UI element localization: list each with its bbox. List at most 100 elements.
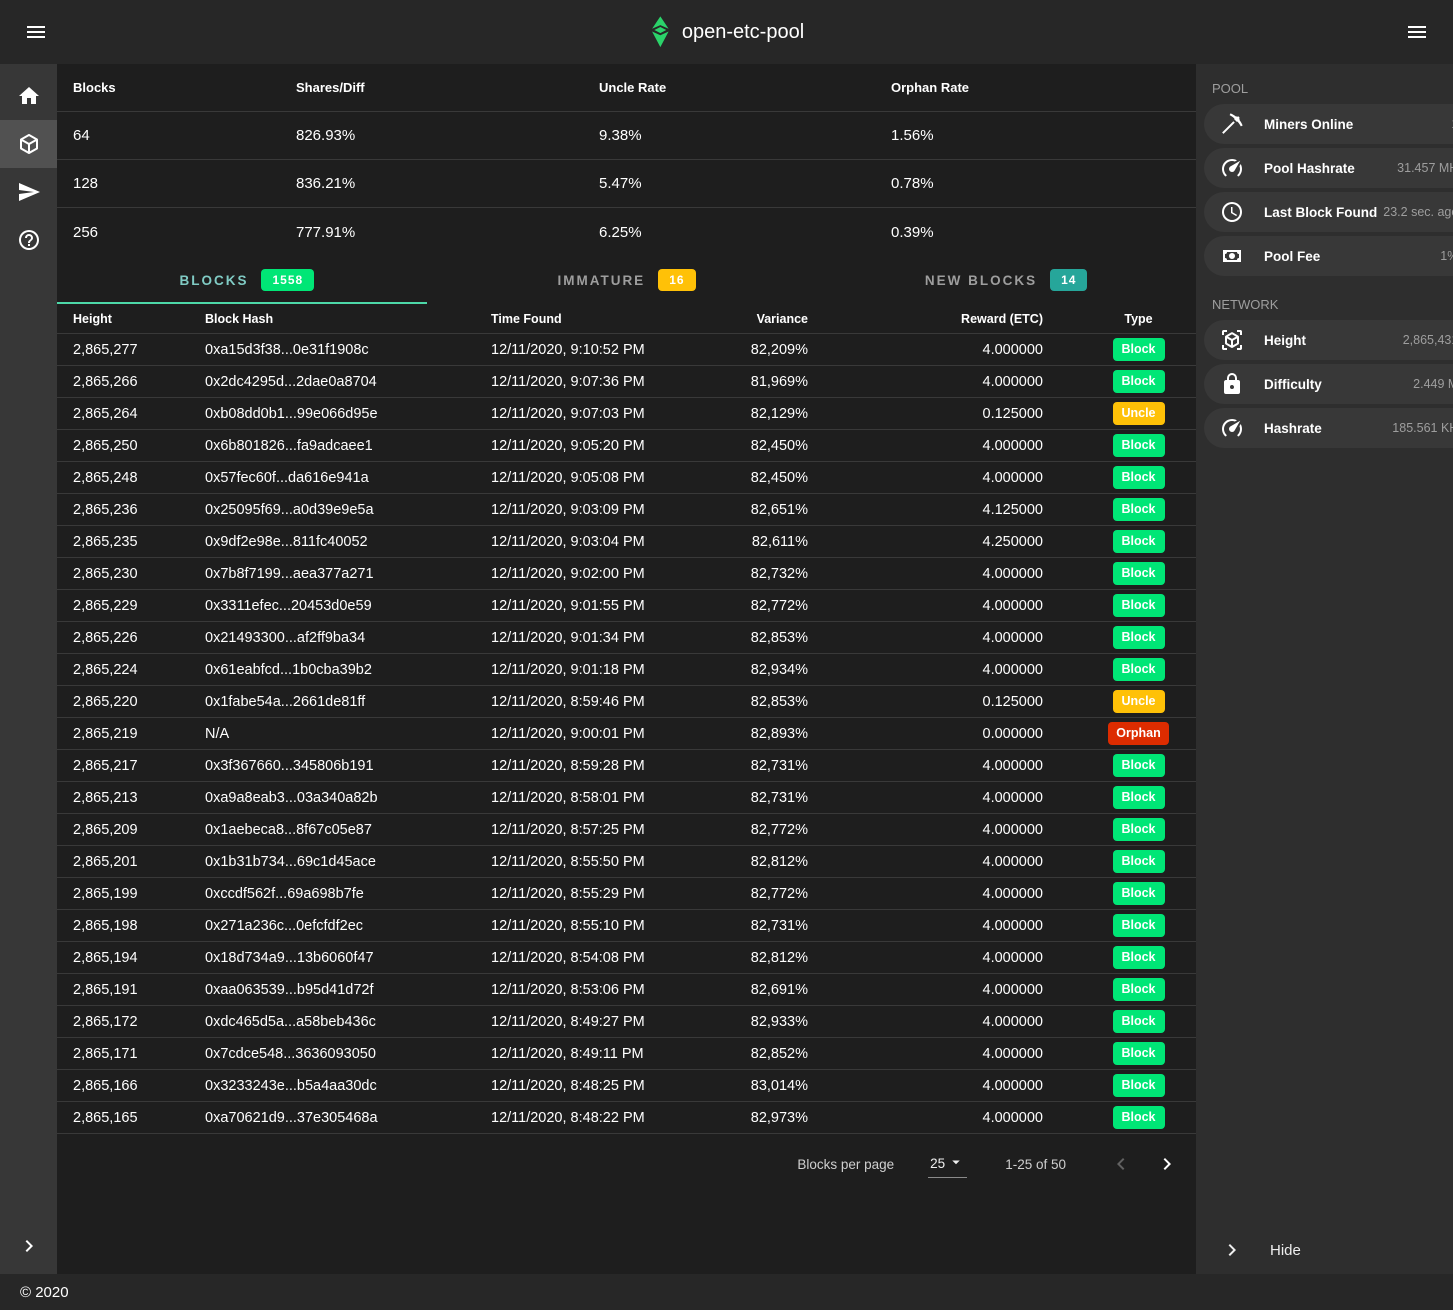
block-type: Block bbox=[1043, 1074, 1180, 1097]
type-badge-block: Block bbox=[1113, 658, 1165, 681]
block-variance: 82,852% bbox=[691, 1046, 808, 1062]
block-height: 2,865,209 bbox=[73, 822, 205, 838]
left-nav-items bbox=[0, 72, 57, 264]
per-page-select[interactable]: 25 bbox=[928, 1150, 967, 1178]
type-badge-block: Block bbox=[1113, 594, 1165, 617]
next-page-button[interactable] bbox=[1152, 1149, 1182, 1179]
stat-value: 1% bbox=[1440, 249, 1453, 263]
block-type: Block bbox=[1043, 338, 1180, 361]
block-time: 12/11/2020, 8:59:28 PM bbox=[491, 758, 691, 774]
block-reward: 4.000000 bbox=[808, 438, 1043, 454]
cube-scan-icon bbox=[1220, 328, 1244, 352]
pool-items: Miners Online1Pool Hashrate31.457 MHLast… bbox=[1196, 104, 1453, 280]
block-variance: 82,853% bbox=[691, 694, 808, 710]
stats-cell: 9.38% bbox=[599, 127, 891, 144]
tab-label: BLOCKS bbox=[179, 273, 248, 288]
block-time: 12/11/2020, 8:48:25 PM bbox=[491, 1078, 691, 1094]
block-type: Block bbox=[1043, 562, 1180, 585]
blocks-header-reward: Reward (ETC) bbox=[808, 312, 1043, 326]
block-hash: 0x9df2e98e...811fc40052 bbox=[205, 534, 491, 550]
block-row: 2,865,1910xaa063539...b95d41d72f12/11/20… bbox=[57, 974, 1196, 1006]
stats-row: 128836.21%5.47%0.78% bbox=[57, 160, 1196, 208]
right-sidebar: POOL Miners Online1Pool Hashrate31.457 M… bbox=[1196, 64, 1453, 1274]
blocks-header-type: Type bbox=[1043, 312, 1180, 326]
hide-label: Hide bbox=[1270, 1242, 1301, 1259]
previous-page-button[interactable] bbox=[1106, 1149, 1136, 1179]
block-time: 12/11/2020, 8:55:50 PM bbox=[491, 854, 691, 870]
hamburger-icon bbox=[24, 20, 48, 44]
block-row: 2,865,2260x21493300...af2ff9ba3412/11/20… bbox=[57, 622, 1196, 654]
stats-header-blocks: Blocks bbox=[73, 80, 296, 95]
stats-row: 256777.91%6.25%0.39% bbox=[57, 208, 1196, 256]
block-time: 12/11/2020, 9:10:52 PM bbox=[491, 342, 691, 358]
block-type: Block bbox=[1043, 882, 1180, 905]
hide-sidebar-button[interactable]: Hide bbox=[1196, 1226, 1453, 1274]
cube-icon bbox=[17, 132, 41, 156]
block-variance: 82,691% bbox=[691, 982, 808, 998]
block-height: 2,865,201 bbox=[73, 854, 205, 870]
sidebar-item-home[interactable] bbox=[0, 72, 57, 120]
block-type: Block bbox=[1043, 594, 1180, 617]
type-badge-block: Block bbox=[1113, 498, 1165, 521]
block-height: 2,865,224 bbox=[73, 662, 205, 678]
type-badge-block: Block bbox=[1113, 338, 1165, 361]
block-hash: 0x1b31b734...69c1d45ace bbox=[205, 854, 491, 870]
stats-header-shares-diff: Shares/Diff bbox=[296, 80, 599, 95]
block-hash: 0x3311efec...20453d0e59 bbox=[205, 598, 491, 614]
block-row: 2,865,2240x61eabfcd...1b0cba39b212/11/20… bbox=[57, 654, 1196, 686]
tab-new-blocks[interactable]: NEW BLOCKS14 bbox=[816, 256, 1196, 304]
block-variance: 82,732% bbox=[691, 566, 808, 582]
tab-immature[interactable]: IMMATURE 16 bbox=[437, 256, 817, 304]
menu-icon[interactable] bbox=[18, 14, 54, 50]
block-hash: 0x7b8f7199...aea377a271 bbox=[205, 566, 491, 582]
block-reward: 0.125000 bbox=[808, 406, 1043, 422]
block-hash: 0x271a236c...0efcfdf2ec bbox=[205, 918, 491, 934]
block-type: Block bbox=[1043, 626, 1180, 649]
block-variance: 82,853% bbox=[691, 630, 808, 646]
tab-count-badge: 16 bbox=[658, 269, 695, 291]
tab-count-badge: 1558 bbox=[261, 269, 314, 291]
sidebar-item-help[interactable] bbox=[0, 216, 57, 264]
block-type: Block bbox=[1043, 818, 1180, 841]
block-reward: 4.000000 bbox=[808, 758, 1043, 774]
block-variance: 82,651% bbox=[691, 502, 808, 518]
block-reward: 4.000000 bbox=[808, 374, 1043, 390]
stat-item-pool-fee: Pool Fee 1% bbox=[1204, 236, 1453, 276]
block-reward: 4.000000 bbox=[808, 630, 1043, 646]
block-variance: 82,772% bbox=[691, 886, 808, 902]
block-variance: 82,611% bbox=[691, 534, 808, 550]
sidebar-item-payments[interactable] bbox=[0, 168, 57, 216]
chevron-left-icon bbox=[1109, 1152, 1133, 1176]
block-hash: 0xa15d3f38...0e31f1908c bbox=[205, 342, 491, 358]
stat-label: Pool Fee bbox=[1264, 249, 1434, 264]
block-reward: 4.000000 bbox=[808, 822, 1043, 838]
block-type: Block bbox=[1043, 498, 1180, 521]
block-type: Block bbox=[1043, 530, 1180, 553]
page-range: 1-25 of 50 bbox=[1005, 1157, 1066, 1172]
block-reward: 4.000000 bbox=[808, 982, 1043, 998]
block-time: 12/11/2020, 8:59:46 PM bbox=[491, 694, 691, 710]
block-hash: 0x21493300...af2ff9ba34 bbox=[205, 630, 491, 646]
block-variance: 82,129% bbox=[691, 406, 808, 422]
block-height: 2,865,194 bbox=[73, 950, 205, 966]
block-height: 2,865,277 bbox=[73, 342, 205, 358]
block-height: 2,865,213 bbox=[73, 790, 205, 806]
type-badge-block: Block bbox=[1113, 786, 1165, 809]
sidebar-item-blocks[interactable] bbox=[0, 120, 57, 168]
type-badge-block: Block bbox=[1113, 1042, 1165, 1065]
block-hash: 0xb08dd0b1...99e066d95e bbox=[205, 406, 491, 422]
tab-blocks[interactable]: BLOCKS 1558 bbox=[57, 256, 437, 304]
block-time: 12/11/2020, 8:58:01 PM bbox=[491, 790, 691, 806]
block-row: 2,865,2300x7b8f7199...aea377a27112/11/20… bbox=[57, 558, 1196, 590]
help-icon bbox=[17, 228, 41, 252]
block-time: 12/11/2020, 9:03:04 PM bbox=[491, 534, 691, 550]
nav-expand-button[interactable] bbox=[0, 1218, 57, 1274]
block-height: 2,865,172 bbox=[73, 1014, 205, 1030]
block-height: 2,865,171 bbox=[73, 1046, 205, 1062]
right-menu-icon[interactable] bbox=[1399, 14, 1435, 50]
hamburger-icon bbox=[1405, 20, 1429, 44]
block-reward: 4.000000 bbox=[808, 950, 1043, 966]
tab-label: IMMATURE bbox=[557, 273, 645, 288]
stats-cell: 64 bbox=[73, 127, 296, 144]
block-height: 2,865,199 bbox=[73, 886, 205, 902]
